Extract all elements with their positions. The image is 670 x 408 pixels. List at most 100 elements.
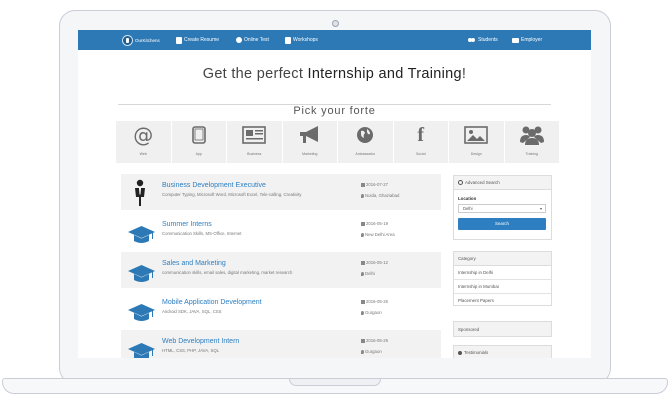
internship-date: 2016-05-26: [361, 299, 388, 304]
sponsored-panel: Sponsored: [453, 321, 552, 337]
graduation-cap-icon: [128, 343, 155, 358]
internship-location: Gurgaon: [361, 349, 382, 354]
search-icon: [458, 180, 463, 185]
nav-create-resume[interactable]: Create Resume: [176, 30, 219, 50]
location-select-value: Delhi: [463, 206, 473, 211]
picture-icon: [464, 126, 489, 144]
internship-location: Noida, Ghaziabad: [361, 193, 399, 198]
nav-create-resume-label: Create Resume: [184, 37, 220, 43]
advanced-search-heading: Advanced Search: [454, 176, 551, 190]
brand-name: OurKitchens: [135, 37, 160, 43]
forte-tile-social[interactable]: f Social: [394, 121, 449, 163]
internship-location: Delhi: [361, 271, 375, 276]
camera-icon: [332, 20, 339, 27]
newspaper-icon: [242, 126, 267, 144]
list-item[interactable]: Business Development Executive Computer …: [121, 174, 441, 210]
internship-skills: communication skills, email sales, digit…: [162, 270, 293, 275]
graduation-cap-icon: [128, 226, 155, 243]
nav-students[interactable]: Students: [468, 30, 498, 50]
list-item[interactable]: Mobile Application Development Android S…: [121, 291, 441, 327]
forte-tile-web[interactable]: @ Web: [116, 121, 172, 163]
forte-tile-app[interactable]: App: [172, 121, 227, 163]
internship-skills: Android SDK, JAVA, SQL, CSS: [162, 309, 222, 314]
search-button[interactable]: Search: [458, 218, 546, 230]
internship-title-link[interactable]: Sales and Marketing: [162, 260, 226, 267]
person-icon: [135, 179, 145, 206]
testimonials-panel: Testimonials: [453, 345, 552, 358]
forte-tile-business[interactable]: Business: [227, 121, 283, 163]
document-icon: [176, 36, 182, 44]
internship-list: Business Development Executive Computer …: [121, 174, 441, 358]
tablet-icon: [191, 126, 206, 144]
internship-location: Gurgaon: [361, 310, 382, 315]
nav-employer-label: Employer: [521, 37, 543, 43]
graduation-cap-icon: [128, 304, 155, 321]
hero-title: Get the perfect Internship and Training!: [78, 66, 591, 82]
forte-tile-design[interactable]: Design: [449, 121, 505, 163]
briefcase-icon: [512, 37, 519, 43]
testimonials-heading-label: Testimonials: [464, 350, 489, 355]
internship-date: 2016-05-12: [361, 260, 388, 265]
forte-tile-label: Business: [247, 152, 262, 156]
globe-icon: [357, 127, 374, 143]
forte-tile-ambassador[interactable]: Ambassador: [338, 121, 394, 163]
forte-tile-label: Web: [139, 152, 147, 156]
top-navbar: OurKitchens Create Resume Online Test Wo…: [78, 30, 591, 50]
forte-tile-marketing[interactable]: Marketing: [283, 121, 338, 163]
graduation-cap-icon: [128, 265, 155, 282]
nav-employer[interactable]: Employer: [512, 30, 542, 50]
nav-online-test[interactable]: Online Test: [236, 30, 269, 50]
comment-icon: [458, 350, 462, 355]
forte-tile-label: App: [195, 152, 202, 156]
category-link[interactable]: Internship in Delhi: [454, 266, 551, 280]
forte-tile-label: Social: [415, 152, 426, 156]
screen: OurKitchens Create Resume Online Test Wo…: [78, 30, 591, 358]
nav-workshops-label: Workshops: [293, 37, 318, 43]
internship-date: 2016-05-19: [361, 221, 388, 226]
forte-tile-label: Design: [470, 152, 482, 156]
brand-logo-link[interactable]: OurKitchens: [122, 30, 160, 50]
category-link[interactable]: Internship in Mumbai: [454, 280, 551, 294]
internship-date: 2016-07-27: [361, 182, 388, 187]
internship-title-link[interactable]: Business Development Executive: [162, 182, 266, 189]
advanced-search-heading-label: Advanced Search: [465, 180, 500, 185]
nav-online-test-label: Online Test: [244, 37, 269, 43]
list-item[interactable]: Summer Interns Communication Skills, MS-…: [121, 213, 441, 249]
brand-logo-icon: [122, 34, 133, 46]
advanced-search-panel: Advanced Search Location Delhi ▾ Search: [453, 175, 552, 240]
facebook-icon: f: [417, 124, 425, 146]
forte-tile-training[interactable]: Training: [505, 121, 560, 163]
sponsored-heading: Sponsored: [454, 322, 551, 336]
megaphone-icon: [299, 126, 318, 143]
workshop-icon: [285, 36, 291, 44]
testimonials-heading: Testimonials: [454, 346, 551, 358]
internship-skills: Computer Typing, Microsoft Word, Microso…: [162, 192, 302, 197]
location-select[interactable]: Delhi ▾: [458, 204, 546, 213]
chevron-down-icon: ▾: [539, 206, 542, 211]
hero-title-suffix: !: [461, 66, 467, 82]
category-heading: Category: [454, 252, 551, 266]
category-panel: Category Internship in Delhi Internship …: [453, 251, 552, 306]
internship-title-link[interactable]: Web Development Intern: [162, 338, 239, 345]
location-label: Location: [458, 196, 477, 201]
hero-title-prefix: Get the perfect: [202, 66, 308, 82]
forte-tile-label: Training: [525, 152, 538, 156]
category-link[interactable]: Placement Papers: [454, 294, 551, 307]
internship-location: New Delhi Area: [361, 232, 395, 237]
internship-date: 2016-05-26: [361, 338, 388, 343]
nav-workshops[interactable]: Workshops: [285, 30, 318, 50]
list-item[interactable]: Sales and Marketing communication skills…: [121, 252, 441, 288]
list-item[interactable]: Web Development Intern HTML, CSS, PHP, J…: [121, 330, 441, 358]
internship-title-link[interactable]: Summer Interns: [162, 221, 212, 228]
forte-title: Pick your forte: [293, 105, 376, 117]
group-icon: [519, 126, 544, 145]
hero-title-emphasis: Internship and Training: [307, 66, 462, 82]
nav-students-label: Students: [478, 37, 498, 43]
internship-skills: HTML, CSS, PHP, JAVA, SQL: [162, 348, 220, 353]
forte-tile-label: Marketing: [302, 152, 318, 156]
internship-title-link[interactable]: Mobile Application Development: [162, 299, 262, 306]
internship-skills: Communication Skills, MS-Office, Interne…: [162, 231, 242, 236]
forte-tiles: @ Web App Business Marketing Ambassador …: [116, 121, 559, 163]
clock-icon: [236, 37, 242, 43]
laptop-notch: [289, 379, 381, 386]
